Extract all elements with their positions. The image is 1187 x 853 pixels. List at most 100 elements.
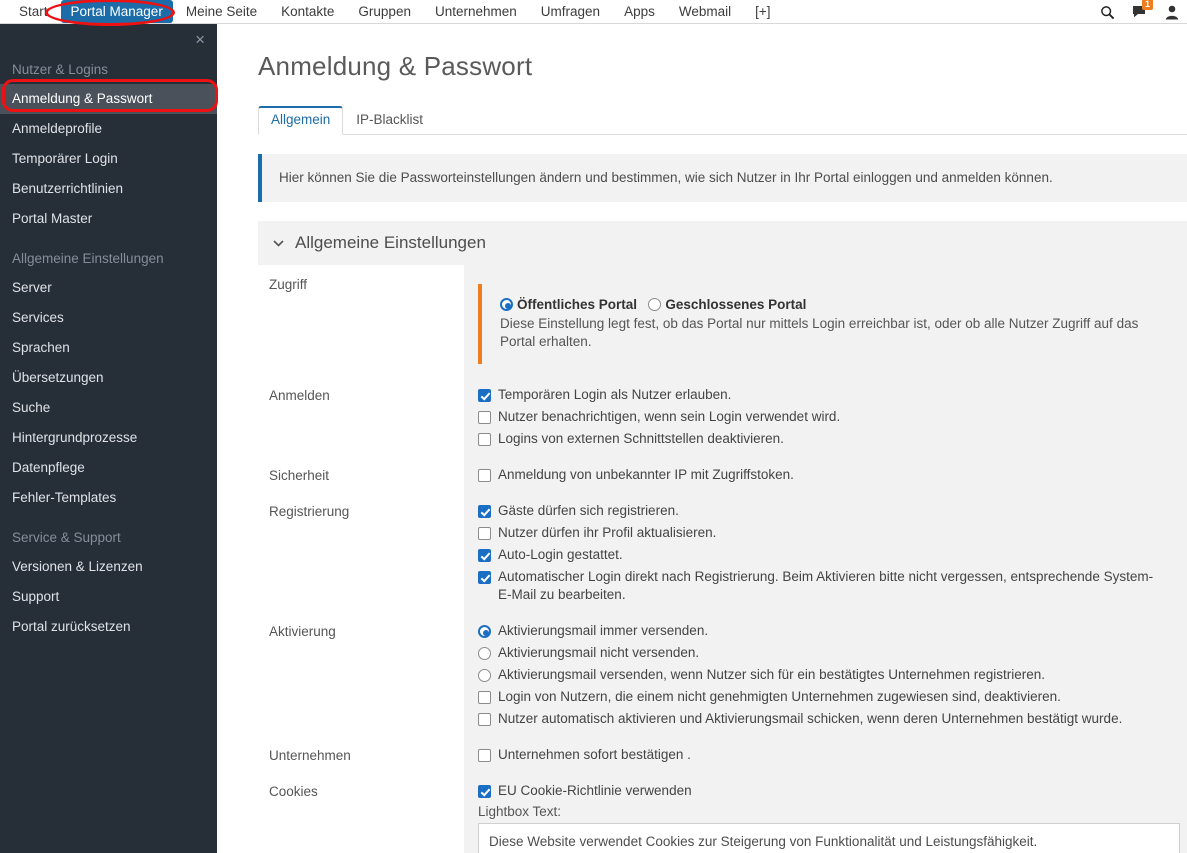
close-icon[interactable]: × xyxy=(195,31,205,48)
topnav-item-unternehmen[interactable]: Unternehmen xyxy=(424,0,528,23)
topnav-item-meine-seite[interactable]: Meine Seite xyxy=(175,0,268,23)
checkbox-unternehmen-sofort-bestaetigen[interactable]: Unternehmen sofort bestätigen . xyxy=(478,744,1173,766)
radio-aktivierungsmail-immer-glyph[interactable] xyxy=(478,625,491,638)
checkbox-automatischer-login-nach-registrierung-label: Automatischer Login direkt nach Registri… xyxy=(498,569,1154,602)
checkbox-eu-cookie-richtlinie-label: EU Cookie-Richtlinie verwenden xyxy=(498,783,692,798)
checkbox-nutzer-benachrichtigen[interactable]: Nutzer benachrichtigen, wenn sein Login … xyxy=(478,406,1173,428)
row-fields-aktivierung: Aktivierungsmail immer versenden. Aktivi… xyxy=(464,612,1187,736)
radio-geschlossenes-portal-glyph[interactable] xyxy=(648,298,662,311)
form-row-unternehmen: Unternehmen Unternehmen sofort bestätige… xyxy=(258,736,1187,772)
topnav-item-add[interactable]: [+] xyxy=(744,0,781,23)
top-bar-icons: 1 xyxy=(1100,0,1179,24)
topnav-item-webmail[interactable]: Webmail xyxy=(668,0,742,23)
checkbox-externe-schnittstellen-deaktivieren-glyph[interactable] xyxy=(478,433,491,446)
topnav-item-kontakte[interactable]: Kontakte xyxy=(270,0,345,23)
sidebar-item-versionen-lizenzen[interactable]: Versionen & Lizenzen xyxy=(0,552,217,582)
topnav-item-portal-manager[interactable]: Portal Manager xyxy=(60,0,173,23)
radio-aktivierungsmail-immer[interactable]: Aktivierungsmail immer versenden. xyxy=(478,620,1173,642)
checkbox-auto-login-gestattet-label: Auto-Login gestattet. xyxy=(498,547,623,562)
sidebar-item-portal-master[interactable]: Portal Master xyxy=(0,204,217,234)
checkbox-anmeldung-unbekannte-ip[interactable]: Anmeldung von unbekannter IP mit Zugriff… xyxy=(478,464,1173,486)
checkbox-profil-aktualisieren[interactable]: Nutzer dürfen ihr Profil aktualisieren. xyxy=(478,522,1173,544)
checkbox-gaeste-registrieren-label: Gäste dürfen sich registrieren. xyxy=(498,503,679,518)
checkbox-externe-schnittstellen-deaktivieren[interactable]: Logins von externen Schnittstellen deakt… xyxy=(478,428,1173,450)
topnav-item-umfragen[interactable]: Umfragen xyxy=(530,0,611,23)
tab-ip-blacklist[interactable]: IP-Blacklist xyxy=(343,106,436,135)
zugriff-radio-group: Öffentliches Portal Geschlossenes Portal xyxy=(500,295,1173,314)
checkbox-eu-cookie-richtlinie[interactable]: EU Cookie-Richtlinie verwenden xyxy=(478,780,1180,802)
checkbox-anmeldung-unbekannte-ip-glyph[interactable] xyxy=(478,469,491,482)
sidebar-item-fehler-templates[interactable]: Fehler-Templates xyxy=(0,483,217,513)
checkbox-profil-aktualisieren-glyph[interactable] xyxy=(478,527,491,540)
row-label-unternehmen: Unternehmen xyxy=(258,736,464,772)
row-fields-cookies: EU Cookie-Richtlinie verwenden Lightbox … xyxy=(464,772,1187,853)
radio-oeffentliches-portal-glyph[interactable] xyxy=(500,298,513,311)
checkbox-eu-cookie-richtlinie-glyph[interactable] xyxy=(478,785,491,798)
form-row-zugriff: Zugriff Öffentliches Portal Geschlossene… xyxy=(258,265,1187,376)
radio-geschlossenes-portal[interactable]: Geschlossenes Portal xyxy=(648,297,806,312)
radio-oeffentliches-portal-label: Öffentliches Portal xyxy=(517,297,638,312)
checkbox-temporaeren-login-erlauben-glyph[interactable] xyxy=(478,389,491,402)
checkbox-automatischer-login-nach-registrierung-glyph[interactable] xyxy=(478,571,491,584)
checkbox-nutzer-automatisch-aktivieren[interactable]: Nutzer automatisch aktivieren und Aktivi… xyxy=(478,708,1173,730)
top-nav-items: Start Portal Manager Meine Seite Kontakt… xyxy=(0,0,784,24)
checkbox-login-nicht-genehmigte-unternehmen[interactable]: Login von Nutzern, die einem nicht geneh… xyxy=(478,686,1173,708)
checkbox-login-nicht-genehmigte-unternehmen-glyph[interactable] xyxy=(478,691,491,704)
checkbox-nutzer-automatisch-aktivieren-label: Nutzer automatisch aktivieren und Aktivi… xyxy=(498,711,1123,726)
sidebar-item-uebersetzungen[interactable]: Übersetzungen xyxy=(0,363,217,393)
radio-aktivierungsmail-bestaetigtes-unternehmen-glyph[interactable] xyxy=(478,669,491,682)
radio-geschlossenes-portal-label: Geschlossenes Portal xyxy=(665,297,807,312)
sidebar-item-support[interactable]: Support xyxy=(0,582,217,612)
checkbox-gaeste-registrieren-glyph[interactable] xyxy=(478,505,491,518)
sidebar-item-temporaerer-login[interactable]: Temporärer Login xyxy=(0,144,217,174)
checkbox-anmeldung-unbekannte-ip-label: Anmeldung von unbekannter IP mit Zugriff… xyxy=(498,467,794,482)
checkbox-profil-aktualisieren-label: Nutzer dürfen ihr Profil aktualisieren. xyxy=(498,525,717,540)
topnav-item-start[interactable]: Start xyxy=(8,0,59,23)
sidebar: × Nutzer & Logins Anmeldung & Passwort A… xyxy=(0,24,217,853)
radio-oeffentliches-portal[interactable]: Öffentliches Portal xyxy=(500,297,641,312)
sidebar-item-datenpflege[interactable]: Datenpflege xyxy=(0,453,217,483)
form-row-anmelden: Anmelden Temporären Login als Nutzer erl… xyxy=(258,376,1187,456)
zugriff-accent-block: Öffentliches Portal Geschlossenes Portal… xyxy=(478,284,1173,364)
checkbox-nutzer-benachrichtigen-glyph[interactable] xyxy=(478,411,491,424)
checkbox-nutzer-benachrichtigen-label: Nutzer benachrichtigen, wenn sein Login … xyxy=(498,409,841,424)
checkbox-unternehmen-sofort-bestaetigen-glyph[interactable] xyxy=(478,749,491,762)
chat-bubble-icon[interactable]: 1 xyxy=(1132,0,1154,19)
checkbox-auto-login-gestattet[interactable]: Auto-Login gestattet. xyxy=(478,544,1173,566)
sidebar-item-suche[interactable]: Suche xyxy=(0,393,217,423)
tab-bar: Allgemein IP-Blacklist xyxy=(258,106,1187,135)
section-header-allgemeine-einstellungen[interactable]: Allgemeine Einstellungen xyxy=(258,221,1187,265)
sidebar-item-anmeldung-passwort[interactable]: Anmeldung & Passwort xyxy=(0,84,217,114)
sidebar-item-benutzerrichtlinien[interactable]: Benutzerrichtlinien xyxy=(0,174,217,204)
search-icon[interactable] xyxy=(1100,5,1115,20)
form-row-cookies: Cookies EU Cookie-Richtlinie verwenden L… xyxy=(258,772,1187,853)
user-avatar-icon[interactable] xyxy=(1165,5,1179,20)
radio-aktivierungsmail-immer-label: Aktivierungsmail immer versenden. xyxy=(498,623,709,638)
radio-aktivierungsmail-bestaetigtes-unternehmen[interactable]: Aktivierungsmail versenden, wenn Nutzer … xyxy=(478,664,1173,686)
radio-aktivierungsmail-nicht[interactable]: Aktivierungsmail nicht versenden. xyxy=(478,642,1173,664)
sidebar-item-portal-zuruecksetzen[interactable]: Portal zurücksetzen xyxy=(0,612,217,642)
sidebar-item-services[interactable]: Services xyxy=(0,303,217,333)
radio-aktivierungsmail-nicht-glyph[interactable] xyxy=(478,647,491,660)
row-fields-sicherheit: Anmeldung von unbekannter IP mit Zugriff… xyxy=(464,456,1187,492)
sidebar-group-allgemeine-einstellungen: Allgemeine Einstellungen xyxy=(12,251,164,266)
checkbox-login-nicht-genehmigte-unternehmen-label: Login von Nutzern, die einem nicht geneh… xyxy=(498,689,1061,704)
page-title: Anmeldung & Passwort xyxy=(258,51,533,81)
checkbox-gaeste-registrieren[interactable]: Gäste dürfen sich registrieren. xyxy=(478,500,1173,522)
tab-allgemein[interactable]: Allgemein xyxy=(258,106,344,135)
checkbox-auto-login-gestattet-glyph[interactable] xyxy=(478,549,491,562)
sidebar-item-anmeldeprofile[interactable]: Anmeldeprofile xyxy=(0,114,217,144)
checkbox-automatischer-login-nach-registrierung[interactable]: Automatischer Login direkt nach Registri… xyxy=(478,566,1173,606)
checkbox-nutzer-automatisch-aktivieren-glyph[interactable] xyxy=(478,713,491,726)
topnav-item-apps[interactable]: Apps xyxy=(613,0,666,23)
lightbox-text-input[interactable]: Diese Website verwendet Cookies zur Stei… xyxy=(478,823,1180,853)
checkbox-temporaeren-login-erlauben[interactable]: Temporären Login als Nutzer erlauben. xyxy=(478,384,1173,406)
radio-aktivierungsmail-bestaetigtes-unternehmen-label: Aktivierungsmail versenden, wenn Nutzer … xyxy=(498,667,1046,682)
sidebar-group-nutzer-logins: Nutzer & Logins xyxy=(12,62,109,77)
row-label-zugriff: Zugriff xyxy=(258,265,464,376)
sidebar-item-hintergrundprozesse[interactable]: Hintergrundprozesse xyxy=(0,423,217,453)
sidebar-item-server[interactable]: Server xyxy=(0,273,217,303)
sidebar-item-sprachen[interactable]: Sprachen xyxy=(0,333,217,363)
topnav-item-gruppen[interactable]: Gruppen xyxy=(347,0,422,23)
checkbox-temporaeren-login-erlauben-label: Temporären Login als Nutzer erlauben. xyxy=(498,387,732,402)
